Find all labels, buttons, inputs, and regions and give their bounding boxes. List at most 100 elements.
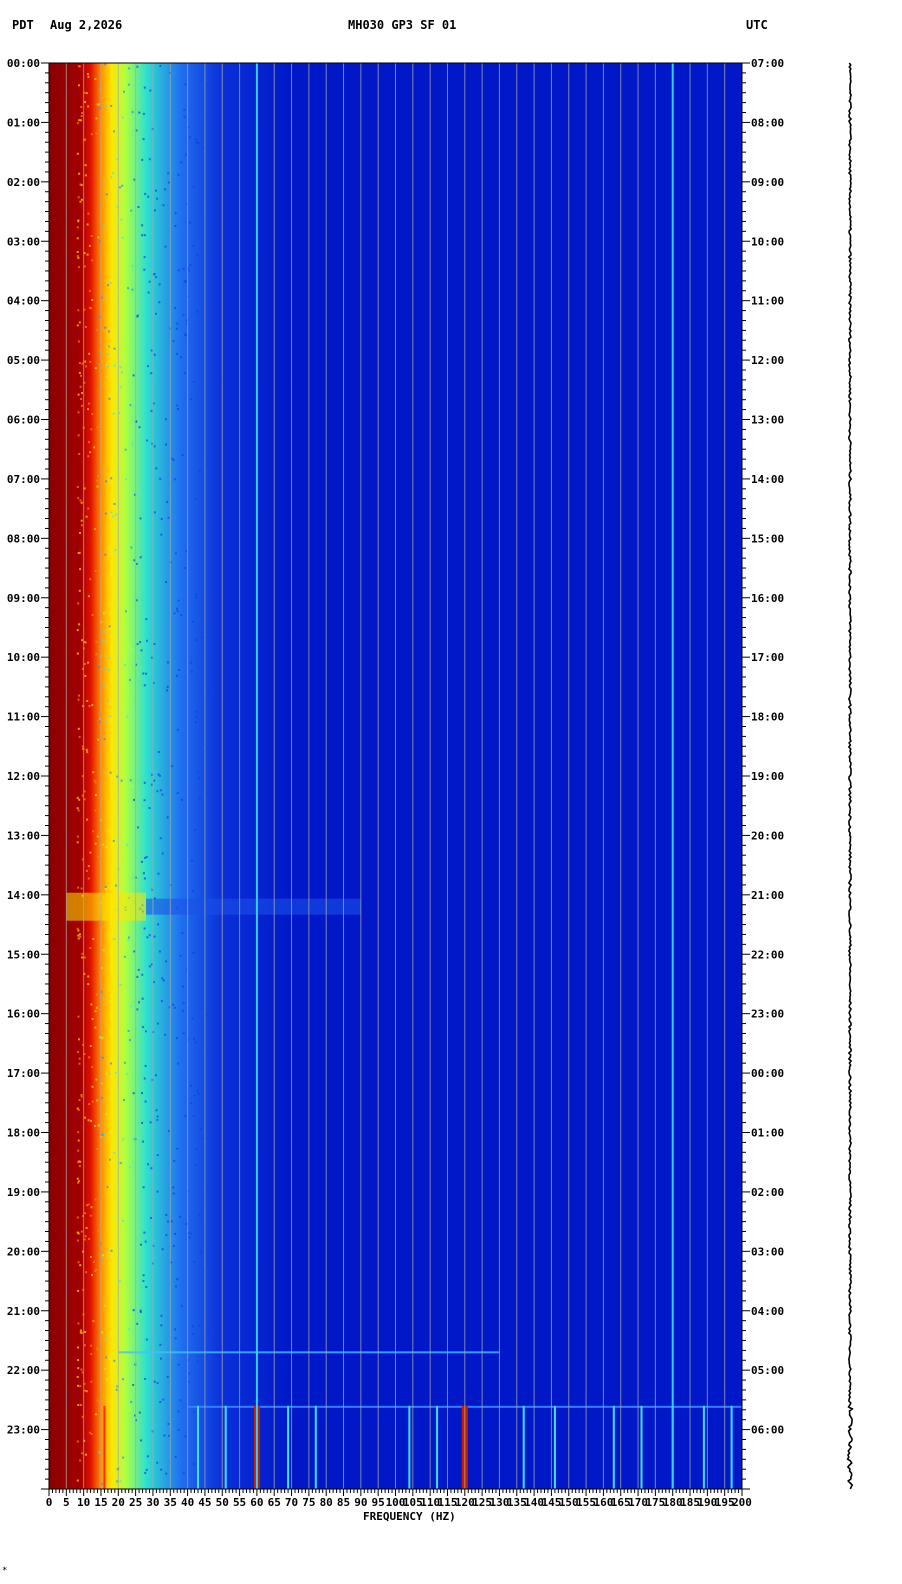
noise-speck (119, 1162, 122, 1165)
noise-speck (110, 511, 113, 514)
noise-speck (191, 859, 194, 862)
noise-speck (183, 109, 186, 111)
noise-speck (122, 1456, 125, 1459)
noise-speck (141, 158, 144, 161)
noise-speck (84, 164, 87, 167)
noise-speck (179, 1399, 182, 1402)
noise-speck (181, 1009, 184, 1012)
noise-speck (123, 664, 126, 666)
right-time-label: 19:00 (751, 770, 784, 783)
noise-speck (91, 299, 94, 301)
noise-speck (156, 1154, 159, 1156)
noise-speck (144, 192, 147, 195)
noise-speck (86, 700, 89, 702)
noise-speck (167, 661, 169, 664)
noise-speck (173, 478, 176, 481)
noise-speck (80, 374, 82, 377)
noise-speck (206, 1262, 209, 1265)
noise-speck (88, 289, 91, 292)
noise-speck (94, 78, 97, 80)
noise-speck (156, 1382, 159, 1385)
noise-speck (88, 1103, 91, 1106)
noise-speck (115, 1413, 118, 1416)
noise-speck (198, 1324, 201, 1327)
noise-speck (79, 385, 82, 388)
noise-speck (193, 1260, 196, 1263)
noise-speck (195, 596, 198, 599)
noise-speck (98, 107, 101, 110)
noise-speck (109, 574, 112, 577)
noise-speck (76, 807, 79, 810)
noise-speck (104, 1304, 107, 1307)
noise-speck (161, 1248, 164, 1251)
noise-speck (164, 418, 167, 421)
freq-tick-label: 50 (216, 1496, 229, 1509)
right-time-label: 04:00 (751, 1305, 784, 1318)
noise-speck (176, 1278, 179, 1281)
noise-speck (76, 1177, 79, 1180)
noise-speck (78, 362, 81, 364)
noise-speck (201, 636, 204, 639)
noise-speck (90, 1344, 93, 1347)
noise-speck (77, 1161, 80, 1164)
noise-speck (148, 965, 151, 968)
noise-speck (145, 1285, 148, 1288)
noise-speck (156, 790, 159, 793)
noise-speck (121, 1378, 124, 1381)
noise-speck (174, 225, 177, 227)
noise-speck (184, 333, 187, 336)
noise-speck (214, 1045, 217, 1048)
noise-speck (160, 1000, 163, 1003)
noise-speck (148, 158, 151, 161)
left-time-label: 02:00 (7, 176, 40, 189)
noise-speck (198, 469, 201, 472)
noise-speck (146, 439, 149, 442)
noise-speck (108, 934, 111, 937)
noise-speck (92, 937, 95, 940)
noise-speck (108, 330, 111, 333)
noise-speck (163, 1434, 166, 1437)
noise-speck (107, 1249, 110, 1252)
noise-speck (77, 1181, 79, 1184)
freq-tick-label: 85 (337, 1496, 350, 1509)
noise-speck (77, 434, 80, 437)
noise-speck (77, 1289, 80, 1292)
noise-speck (132, 1092, 135, 1095)
noise-speck (189, 264, 192, 267)
noise-speck (162, 1398, 165, 1401)
noise-speck (94, 1198, 97, 1201)
noise-speck (156, 1118, 159, 1121)
right-time-label: 15:00 (751, 532, 784, 545)
harmonic-line (553, 1405, 556, 1489)
noise-speck (192, 185, 195, 188)
noise-speck (85, 748, 88, 751)
noise-speck (80, 1368, 83, 1371)
noise-speck (123, 1045, 126, 1048)
noise-speck (176, 610, 179, 613)
noise-speck (129, 678, 131, 681)
noise-speck (128, 936, 130, 939)
spectrogram-chart: 00:00 01:00 02:00 03:00 04:00 05:00 06:00 07:00… (7, 57, 854, 1523)
noise-speck (87, 402, 90, 405)
noise-speck (173, 1160, 176, 1162)
noise-speck (147, 1163, 149, 1166)
noise-speck (83, 663, 86, 665)
noise-speck (210, 159, 213, 162)
noise-speck (143, 268, 146, 271)
noise-speck (190, 398, 193, 401)
noise-speck (88, 705, 91, 708)
noise-speck (113, 84, 116, 87)
noise-speck (131, 111, 134, 114)
noise-speck (146, 639, 148, 642)
noise-speck (195, 593, 198, 596)
noise-speck (138, 1411, 141, 1414)
harmonic-line (408, 1405, 411, 1489)
noise-speck (76, 1440, 79, 1443)
noise-speck (91, 1018, 94, 1020)
noise-speck (193, 1410, 196, 1413)
noise-speck (105, 1378, 108, 1381)
noise-speck (176, 728, 179, 731)
noise-speck (84, 1212, 87, 1215)
noise-speck (108, 625, 111, 628)
noise-speck (130, 1316, 133, 1319)
